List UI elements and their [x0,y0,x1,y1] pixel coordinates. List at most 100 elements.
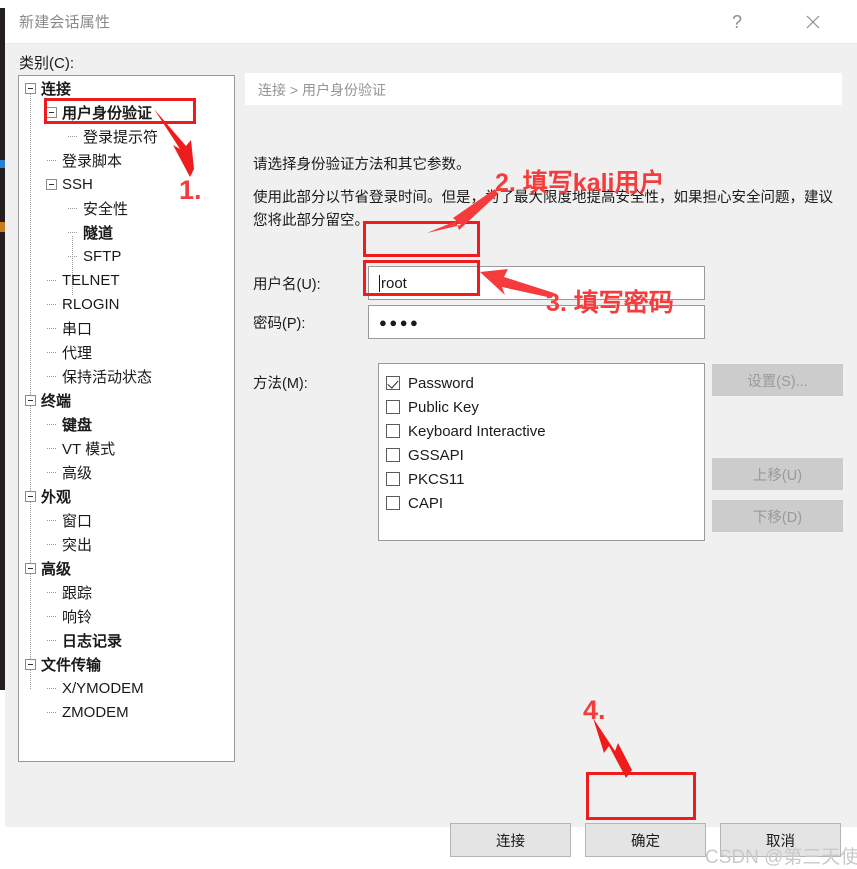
window-title: 新建会话属性 [19,11,110,32]
tree-item-label: TELNET [62,272,120,289]
expander-minus-icon[interactable] [25,491,36,502]
help-button[interactable]: ? [713,0,761,43]
tree-item-label: 文件传输 [41,654,101,675]
expander-minus-icon[interactable] [25,395,36,406]
tree-item-6[interactable]: 隧道 [19,220,234,244]
tree-item-label: 跟踪 [62,582,92,603]
tree-item-label: ZMODEM [62,704,129,721]
tree-item-label: 键盘 [62,414,92,435]
method-item-2[interactable]: Keyboard Interactive [386,419,704,443]
tree-item-8[interactable]: TELNET [19,268,234,292]
method-item-5[interactable]: CAPI [386,491,704,515]
tree-item-9[interactable]: RLOGIN [19,292,234,316]
category-label: 类别(C): [19,52,74,73]
checkbox-icon[interactable] [386,448,400,462]
tree-branch-icon [46,371,57,382]
expander-minus-icon[interactable] [25,83,36,94]
method-item-label: Password [408,375,474,392]
dialog-body: 类别(C): 连接用户身份验证登录提示符登录脚本 SSH 安全性隧道 SFTP TELN… [5,44,857,827]
expander-minus-icon[interactable] [25,563,36,574]
tree-item-3[interactable]: 登录脚本 [19,148,234,172]
tree-item-label: 响铃 [62,606,92,627]
settings-button[interactable]: 设置(S)... [712,364,843,396]
method-item-4[interactable]: PKCS11 [386,467,704,491]
category-tree[interactable]: 连接用户身份验证登录提示符登录脚本 SSH 安全性隧道 SFTP TELNET RLOGI… [18,75,235,762]
method-label: 方法(M): [253,372,308,393]
tree-item-12[interactable]: 保持活动状态 [19,364,234,388]
tree-item-21[interactable]: 跟踪 [19,580,234,604]
tree-item-5[interactable]: 安全性 [19,196,234,220]
tree-item-7[interactable]: SFTP [19,244,234,268]
password-value: ●●●● [379,315,420,330]
username-input[interactable]: root [368,266,705,300]
tree-item-label: 日志记录 [62,630,122,651]
tree-item-13[interactable]: 终端 [19,388,234,412]
tree-item-label: 隧道 [83,222,113,243]
tree-item-26[interactable]: ZMODEM [19,700,234,724]
tree-item-label: SSH [62,176,93,193]
tree-item-23[interactable]: 日志记录 [19,628,234,652]
tree-item-label: 外观 [41,486,71,507]
method-item-label: PKCS11 [408,471,464,488]
tree-item-18[interactable]: 窗口 [19,508,234,532]
tree-item-19[interactable]: 突出 [19,532,234,556]
method-list[interactable]: Password Public KeyKeyboard InteractiveGS… [378,363,705,541]
password-input[interactable]: ●●●● [368,305,705,339]
connect-button[interactable]: 连接 [450,823,571,857]
tree-branch-icon [46,323,57,334]
tree-item-22[interactable]: 响铃 [19,604,234,628]
method-item-3[interactable]: GSSAPI [386,443,704,467]
description-line-1: 请选择身份验证方法和其它参数。 [253,154,471,177]
tree-item-label: 登录脚本 [62,150,122,171]
tree-item-14[interactable]: 键盘 [19,412,234,436]
method-item-0[interactable]: Password [386,371,704,395]
tree-item-4[interactable]: SSH [19,172,234,196]
session-properties-dialog: 新建会话属性 ? 类别(C): 连接用户身份验证登录提示符登录脚本 SSH 安全性隧… [5,0,857,827]
tree-item-label: VT 模式 [62,438,115,459]
checkbox-icon[interactable] [386,496,400,510]
tree-branch-icon [46,275,57,286]
tree-branch-icon [46,467,57,478]
username-value: root [381,275,407,292]
expander-minus-icon[interactable] [46,179,57,190]
ok-button[interactable]: 确定 [585,823,706,857]
checkbox-icon[interactable] [386,424,400,438]
tree-branch-icon [46,155,57,166]
tree-item-label: SFTP [83,248,121,265]
cancel-button[interactable]: 取消 [720,823,841,857]
close-button[interactable] [789,0,837,43]
move-down-button[interactable]: 下移(D) [712,500,843,532]
checkbox-icon[interactable] [386,400,400,414]
tree-item-1[interactable]: 用户身份验证 [19,100,234,124]
title-bar: 新建会话属性 ? [5,0,857,44]
checkbox-checked-icon[interactable] [386,376,400,390]
tree-branch-icon [46,299,57,310]
tree-item-label: 窗口 [62,510,92,531]
tree-item-24[interactable]: 文件传输 [19,652,234,676]
tree-item-label: RLOGIN [62,296,120,313]
tree-item-17[interactable]: 外观 [19,484,234,508]
checkbox-icon[interactable] [386,472,400,486]
move-up-button[interactable]: 上移(U) [712,458,843,490]
tree-item-label: 高级 [41,558,71,579]
tree-item-16[interactable]: 高级 [19,460,234,484]
tree-item-15[interactable]: VT 模式 [19,436,234,460]
password-label: 密码(P): [253,312,305,333]
tree-item-label: 连接 [41,78,71,99]
tree-item-11[interactable]: 代理 [19,340,234,364]
close-icon [805,14,821,30]
expander-minus-icon[interactable] [25,659,36,670]
tree-item-0[interactable]: 连接 [19,76,234,100]
tree-item-label: 高级 [62,462,92,483]
tree-item-10[interactable]: 串口 [19,316,234,340]
tree-branch-icon [46,539,57,550]
tree-item-20[interactable]: 高级 [19,556,234,580]
tree-item-2[interactable]: 登录提示符 [19,124,234,148]
tree-item-label: 登录提示符 [83,126,158,147]
breadcrumb: 连接 > 用户身份验证 [258,80,386,100]
expander-minus-icon[interactable] [46,107,57,118]
method-item-1[interactable]: Public Key [386,395,704,419]
tree-item-label: 代理 [62,342,92,363]
tree-item-25[interactable]: X/YMODEM [19,676,234,700]
question-mark-icon: ? [732,13,742,31]
